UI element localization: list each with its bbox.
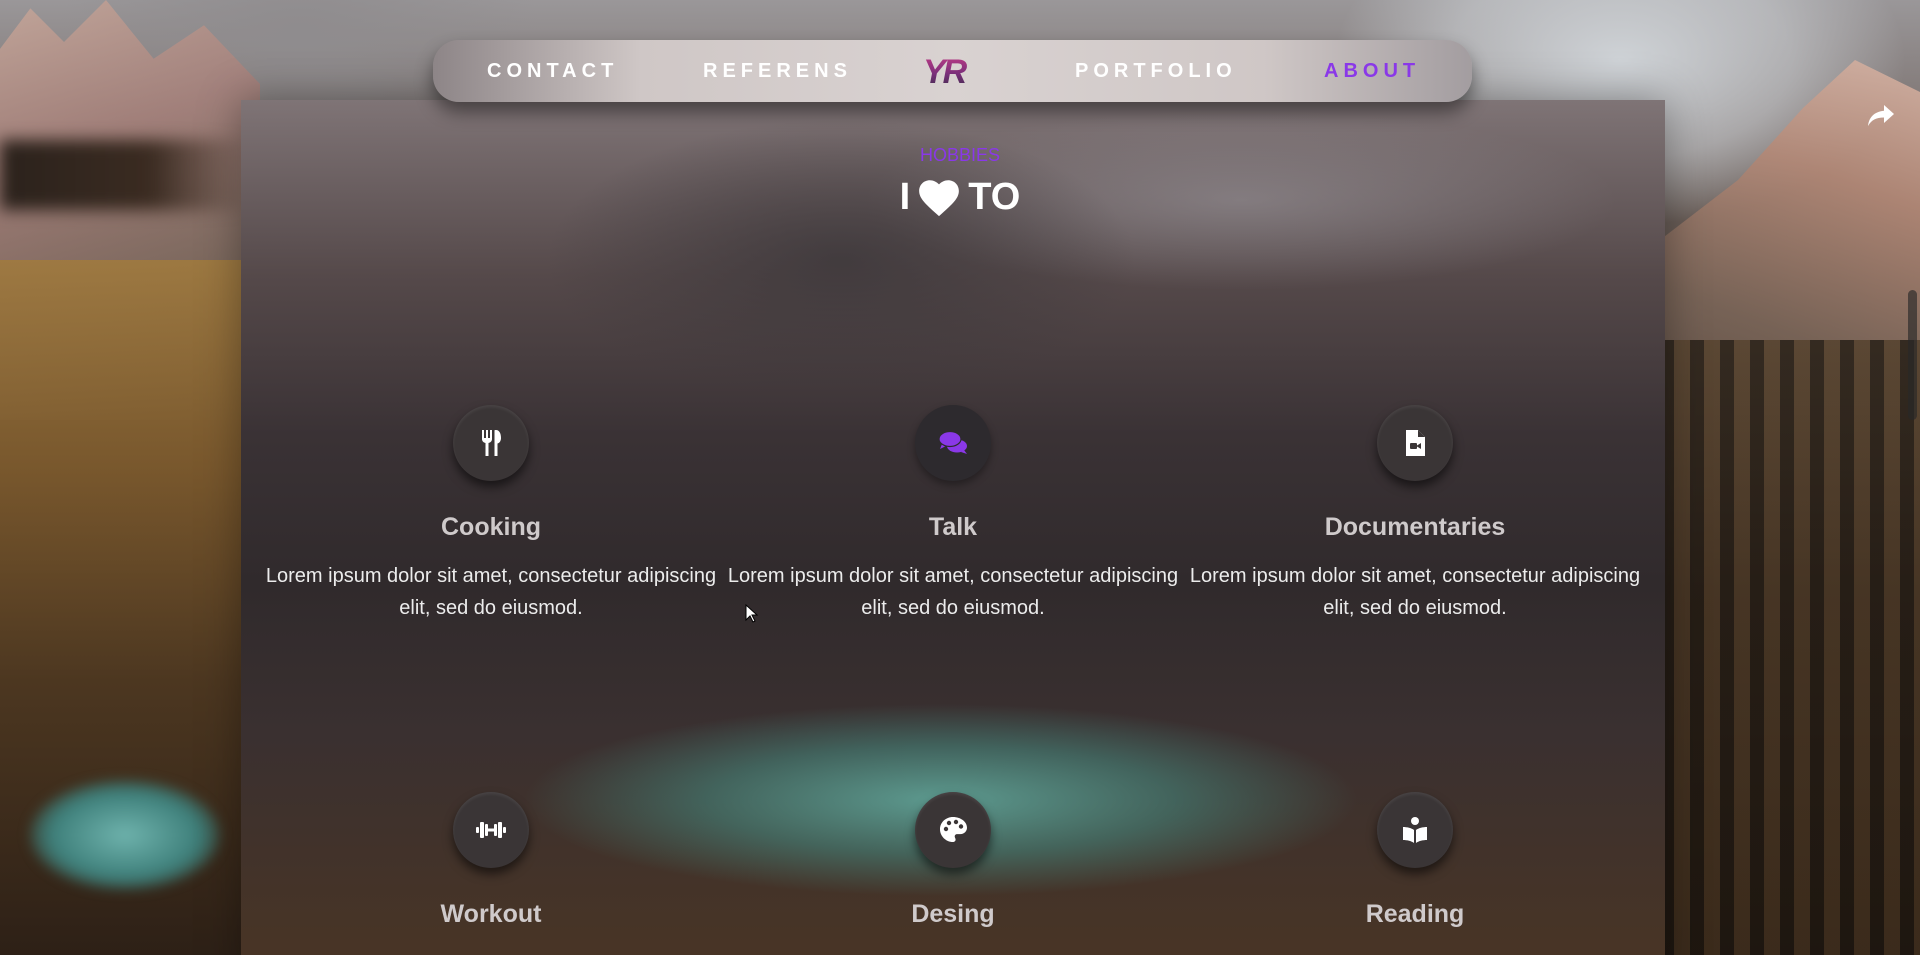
hobby-talk: Talk Lorem ipsum dolor sit amet, consect… [723, 405, 1183, 624]
hobby-desing: Desing [723, 792, 1183, 929]
hobby-title: Reading [1365, 900, 1465, 928]
heart-icon [919, 179, 960, 216]
hobby-title: Talk [928, 513, 978, 541]
hobby-icon-circle[interactable] [1377, 792, 1453, 868]
main-nav: CONTACT REFERENS YR PORTFOLIO ABOUT [433, 40, 1472, 102]
lake-left [30, 780, 220, 890]
dumbbell-icon [476, 822, 506, 838]
section-title: I TO [0, 176, 1920, 219]
nav-contact[interactable]: CONTACT [487, 40, 618, 102]
mouse-cursor-icon [745, 604, 759, 623]
hobby-cooking: Cooking Lorem ipsum dolor sit amet, cons… [261, 405, 721, 624]
site-logo[interactable]: YR [923, 54, 1003, 90]
nav-referens[interactable]: REFERENS [703, 40, 852, 102]
palette-icon [940, 817, 967, 842]
comments-icon [938, 430, 967, 454]
share-icon[interactable] [1866, 100, 1896, 130]
hobby-icon-circle[interactable] [453, 792, 529, 868]
hobby-description: Lorem ipsum dolor sit amet, consectetur … [265, 565, 717, 619]
hobby-title: Workout [440, 900, 542, 928]
hobby-icon-circle[interactable] [1377, 405, 1453, 481]
hobby-documentaries: Documentaries Lorem ipsum dolor sit amet… [1185, 405, 1645, 624]
hobby-reading: Reading [1185, 792, 1645, 929]
scrollbar-thumb[interactable] [1908, 290, 1917, 420]
hobby-description: Lorem ipsum dolor sit amet, consectetur … [727, 565, 1179, 619]
section-kicker: HOBBIES [919, 145, 1001, 165]
nav-about[interactable]: ABOUT [1324, 40, 1420, 102]
hobby-icon-circle[interactable] [915, 792, 991, 868]
scrollbar[interactable] [1905, 0, 1920, 955]
hobby-workout: Workout [261, 792, 721, 929]
hobby-title: Desing [911, 900, 995, 928]
hobby-title: Cooking [441, 513, 541, 541]
forest-right [1660, 340, 1920, 955]
hobby-title: Documentaries [1324, 513, 1506, 541]
file-video-icon [1406, 430, 1425, 456]
title-after: TO [968, 176, 1021, 218]
hobby-icon-circle[interactable] [915, 405, 991, 481]
title-before: I [899, 176, 911, 218]
nav-portfolio[interactable]: PORTFOLIO [1075, 40, 1237, 102]
hobby-description: Lorem ipsum dolor sit amet, consectetur … [1189, 565, 1641, 619]
utensils-icon [482, 430, 501, 456]
hobby-icon-circle[interactable] [453, 405, 529, 481]
book-reader-icon [1403, 817, 1427, 843]
